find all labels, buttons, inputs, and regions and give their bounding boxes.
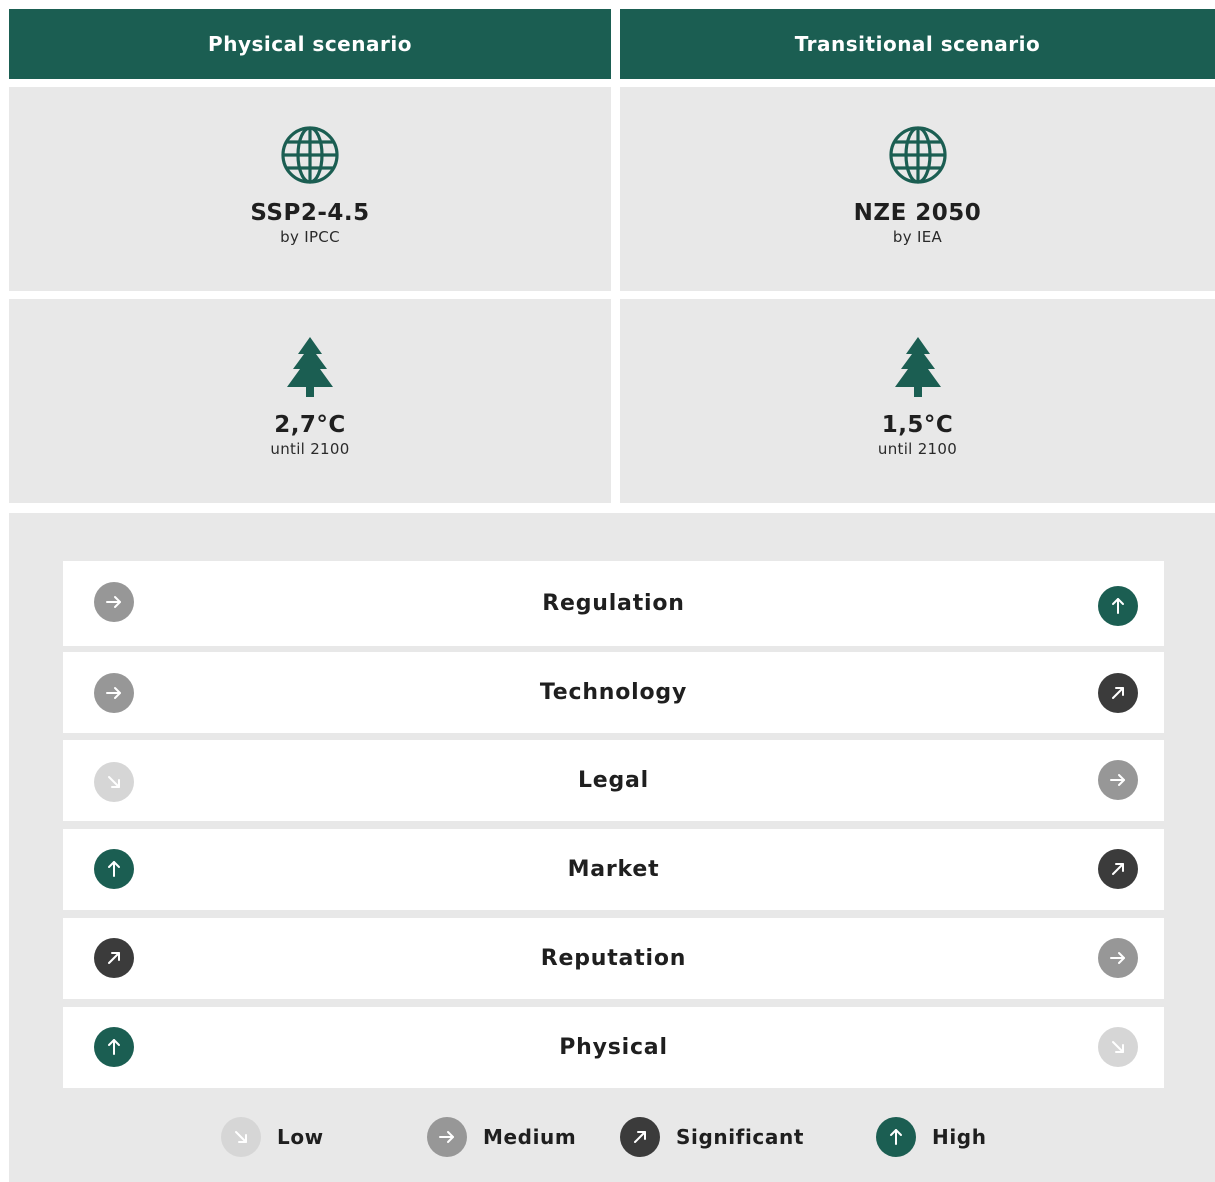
legend-significant: Significant xyxy=(620,1117,804,1157)
risk-label: Technology xyxy=(539,680,688,705)
transitional-temperature-period: until 2100 xyxy=(877,440,958,458)
arrow-up-icon xyxy=(94,1027,134,1067)
risk-label: Reputation xyxy=(540,946,687,971)
transitional-temperature-card: 1,5°C until 2100 xyxy=(620,299,1215,503)
tree-icon xyxy=(287,337,333,397)
risk-label: Regulation xyxy=(542,591,685,616)
risk-row-physical: Physical xyxy=(63,1007,1164,1088)
risk-label: Legal xyxy=(577,768,650,793)
tree-icon xyxy=(894,337,941,397)
globe-icon xyxy=(888,125,948,185)
arrow-up-right-icon xyxy=(1098,849,1138,889)
risk-label: Physical xyxy=(559,1035,668,1060)
risk-row-reputation: Reputation xyxy=(63,918,1164,999)
legend-label: Low xyxy=(277,1125,324,1149)
arrow-down-right-icon xyxy=(221,1117,261,1157)
physical-temperature-card: 2,7°C until 2100 xyxy=(9,299,611,503)
physical-temperature-period: until 2100 xyxy=(270,440,350,458)
legend-high: High xyxy=(876,1117,987,1157)
arrow-up-right-icon xyxy=(1098,673,1138,713)
transitional-scenario-header: Transitional scenario xyxy=(620,9,1215,79)
globe-icon xyxy=(280,125,340,185)
risk-row-market: Market xyxy=(63,829,1164,910)
arrow-right-icon xyxy=(1098,938,1138,978)
legend-label: Significant xyxy=(676,1125,804,1149)
transitional-scenario-title: Transitional scenario xyxy=(794,32,1041,56)
arrow-right-icon xyxy=(427,1117,467,1157)
physical-scenario-header: Physical scenario xyxy=(9,9,611,79)
transitional-scenario-card: NZE 2050 by IEA xyxy=(620,87,1215,291)
arrow-up-icon xyxy=(876,1117,916,1157)
transitional-temperature: 1,5°C xyxy=(881,412,954,438)
arrow-right-icon xyxy=(1098,760,1138,800)
arrow-down-right-icon xyxy=(1098,1027,1138,1067)
arrow-down-right-icon xyxy=(94,762,134,802)
legend-label: Medium xyxy=(483,1125,577,1149)
risk-row-technology: Technology xyxy=(63,652,1164,733)
risk-row-regulation: Regulation xyxy=(63,561,1164,646)
arrow-up-right-icon xyxy=(94,938,134,978)
legend-label: High xyxy=(932,1125,987,1149)
physical-scenario-card: SSP2-4.5 by IPCC xyxy=(9,87,611,291)
risk-label: Market xyxy=(567,857,660,882)
physical-scenario-source: by IPCC xyxy=(280,228,340,246)
risk-panel: Regulation Technology Legal Market Reput… xyxy=(9,513,1215,1182)
transitional-scenario-name: NZE 2050 xyxy=(853,200,982,226)
legend-low: Low xyxy=(221,1117,324,1157)
legend-medium: Medium xyxy=(427,1117,576,1157)
physical-scenario-name: SSP2-4.5 xyxy=(250,200,370,226)
arrow-right-icon xyxy=(94,582,134,622)
arrow-up-icon xyxy=(1098,586,1138,626)
physical-scenario-title: Physical scenario xyxy=(208,32,412,56)
risk-row-legal: Legal xyxy=(63,740,1164,821)
arrow-up-right-icon xyxy=(620,1117,660,1157)
arrow-right-icon xyxy=(94,673,134,713)
transitional-scenario-source: by IEA xyxy=(892,228,943,246)
arrow-up-icon xyxy=(94,849,134,889)
physical-temperature: 2,7°C xyxy=(274,412,346,438)
